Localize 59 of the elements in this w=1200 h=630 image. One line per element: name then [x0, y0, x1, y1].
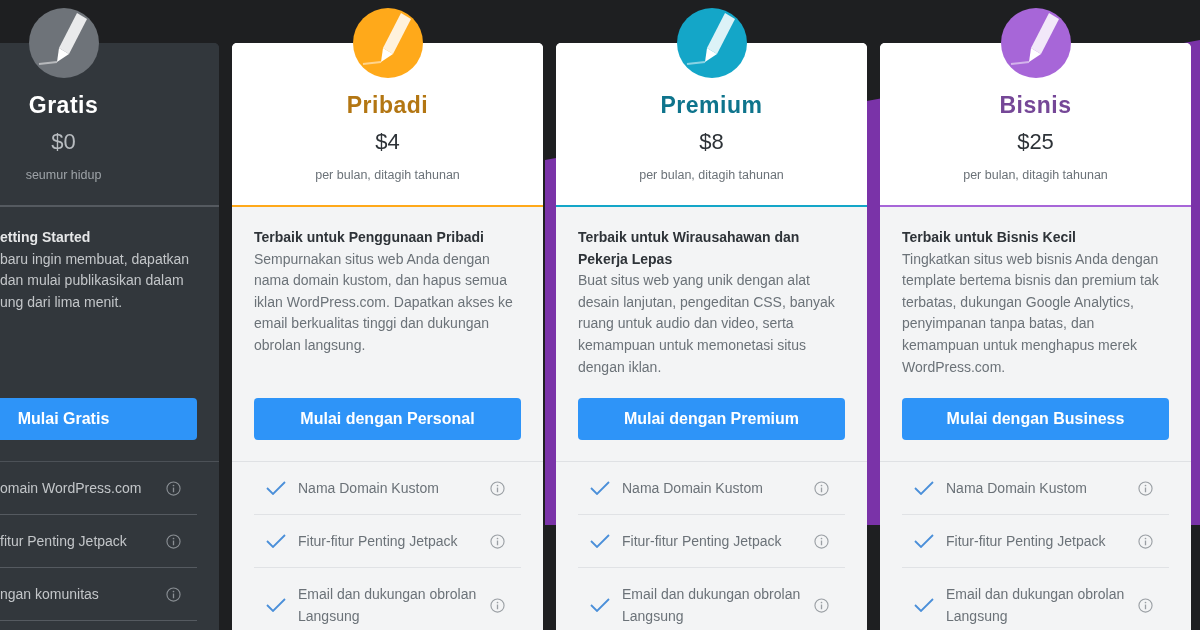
- check-icon: [914, 481, 934, 495]
- plan-price: $25: [1017, 128, 1054, 156]
- plan-heading: Terbaik untuk Bisnis Kecil: [902, 228, 1077, 247]
- plan-heading: etting Started: [0, 228, 92, 247]
- check-icon: [914, 598, 934, 612]
- feature-text: fitur Penting Jetpack: [0, 532, 128, 551]
- plan-heading: Terbaik untuk Wirausahawan dan Pekerja Lepas: [578, 228, 801, 269]
- check-icon: [590, 481, 610, 495]
- plan-title: Gratis: [28, 91, 99, 120]
- plan-description: Tingkatkan situs web bisnis Anda dengan template bertema bisnis dan premium tak terbatas, dukungan Google Analytics, penyimpanan tanpa batas, dan kemampuan untuk menghapus merek WordPress.com.: [902, 250, 1159, 375]
- description-line: ung dari lima menit.: [0, 292, 124, 312]
- info-icon[interactable]: [1138, 480, 1153, 496]
- plan-price: $8: [699, 128, 724, 156]
- plan-title: Premium: [660, 91, 763, 120]
- feature-text: Email dan dukungan obrolan Langsung: [622, 585, 802, 626]
- info-icon[interactable]: [814, 480, 829, 496]
- info-icon[interactable]: [490, 597, 505, 613]
- info-icon[interactable]: [166, 533, 181, 549]
- info-icon[interactable]: [814, 597, 829, 613]
- start-button[interactable]: Mulai Gratis: [0, 398, 197, 440]
- plan-description: Sempurnakan situs web Anda dengan nama domain kustom, dan hapus semua iklan WordPress.com. Dapatkan akses ke email berkualitas tinggi dan dukungan obrolan langsung.: [254, 250, 513, 353]
- plan-title: Bisnis: [999, 91, 1072, 120]
- feature-text: Nama Domain Kustom: [298, 479, 440, 498]
- info-icon[interactable]: [814, 533, 829, 549]
- info-icon[interactable]: [166, 480, 181, 496]
- check-icon: [590, 534, 610, 548]
- description-line: baru ingin membuat, dapatkan: [0, 249, 191, 269]
- check-icon: [266, 534, 286, 548]
- plan-heading: Terbaik untuk Penggunaan Pribadi: [254, 228, 485, 247]
- check-icon: [590, 598, 610, 612]
- start-button[interactable]: Mulai dengan Personal: [254, 398, 521, 440]
- info-icon[interactable]: [1138, 597, 1153, 613]
- feature-text: ngan komunitas: [0, 585, 100, 604]
- billing-period: per bulan, ditagih tahunan: [315, 167, 460, 184]
- plan-price: $4: [375, 128, 400, 156]
- feature-text: Fitur-fitur Penting Jetpack: [946, 532, 1107, 551]
- info-icon[interactable]: [490, 533, 505, 549]
- billing-period: seumur hidup: [25, 167, 102, 184]
- billing-period: per bulan, ditagih tahunan: [639, 167, 784, 184]
- check-icon: [914, 534, 934, 548]
- feature-text: Fitur-fitur Penting Jetpack: [622, 532, 783, 551]
- feature-text: Fitur-fitur Penting Jetpack: [298, 532, 459, 551]
- feature-text: Nama Domain Kustom: [946, 479, 1088, 498]
- plan-title: Pribadi: [346, 91, 429, 120]
- feature-text: Email dan dukungan obrolan Langsung: [946, 585, 1126, 626]
- info-icon[interactable]: [166, 586, 181, 602]
- check-icon: [266, 481, 286, 495]
- info-icon[interactable]: [490, 480, 505, 496]
- plan-description: Buat situs web yang unik dengan alat desain lanjutan, pengeditan CSS, banyak ruang untuk audio dan video, serta kemampuan untuk memonetasi situs dengan iklan.: [578, 272, 835, 375]
- info-icon[interactable]: [1138, 533, 1153, 549]
- start-button[interactable]: Mulai dengan Business: [902, 398, 1169, 440]
- start-button[interactable]: Mulai dengan Premium: [578, 398, 845, 440]
- feature-text: omain WordPress.com: [0, 479, 143, 498]
- feature-text: Email dan dukungan obrolan Langsung: [298, 585, 478, 626]
- check-icon: [266, 598, 286, 612]
- feature-text: Nama Domain Kustom: [622, 479, 764, 498]
- plan-price: $0: [51, 128, 76, 156]
- description-line: dan mulai publikasikan dalam: [0, 271, 185, 291]
- billing-period: per bulan, ditagih tahunan: [963, 167, 1108, 184]
